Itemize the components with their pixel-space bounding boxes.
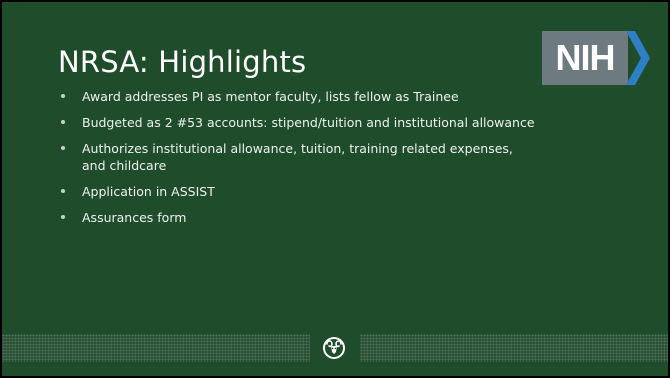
nih-logo: NIH	[542, 31, 652, 85]
bullet-icon	[61, 189, 65, 193]
ram-head-icon	[323, 337, 345, 359]
footer-pattern-right	[360, 334, 668, 362]
bullet-icon	[61, 120, 65, 124]
slide-footer	[2, 334, 668, 362]
slide-title: NRSA: Highlights	[58, 45, 307, 79]
footer-pattern-left	[2, 334, 310, 362]
bullet-item: Application in ASSIST	[58, 183, 538, 200]
bullet-item: Assurances form	[58, 209, 538, 226]
bullet-text: Award addresses PI as mentor faculty, li…	[82, 89, 459, 104]
bullet-text: Authorizes institutional allowance, tuit…	[82, 141, 513, 173]
bullet-text: Budgeted as 2 #53 accounts: stipend/tuit…	[82, 115, 535, 130]
bullet-text: Application in ASSIST	[82, 184, 215, 199]
bullet-item: Award addresses PI as mentor faculty, li…	[58, 88, 538, 105]
chevron-right-icon	[626, 31, 650, 85]
bullet-text: Assurances form	[82, 210, 187, 225]
bullet-icon	[61, 94, 65, 98]
bullet-item: Budgeted as 2 #53 accounts: stipend/tuit…	[58, 114, 538, 131]
bullet-item: Authorizes institutional allowance, tuit…	[58, 140, 538, 174]
bullet-icon	[61, 146, 65, 150]
bullet-icon	[61, 215, 65, 219]
nih-logo-text: NIH	[555, 37, 616, 78]
bullet-list: Award addresses PI as mentor faculty, li…	[58, 88, 538, 235]
slide: NRSA: Highlights NIH Award addresses PI …	[2, 2, 668, 376]
